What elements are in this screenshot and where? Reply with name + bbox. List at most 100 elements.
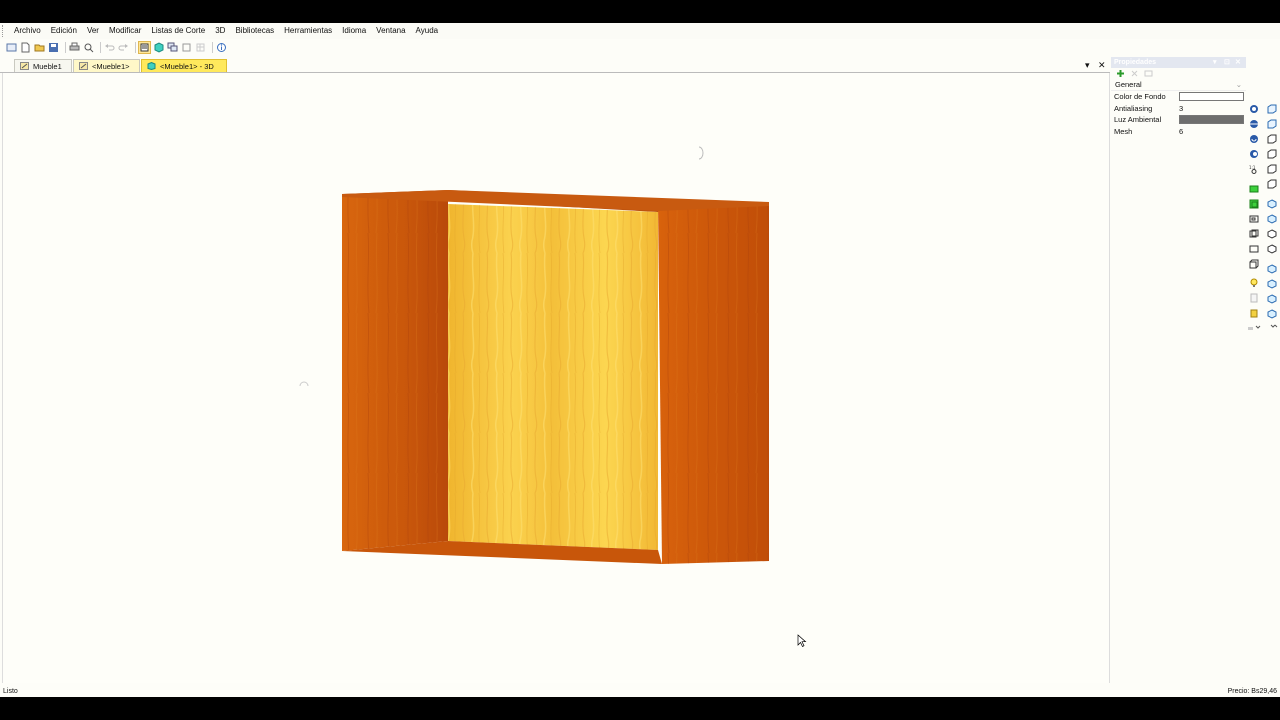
print-icon[interactable] <box>69 42 80 53</box>
menu-grip[interactable] <box>2 25 9 37</box>
tab-mueble1-2d[interactable]: <Mueble1> <box>73 59 140 72</box>
properties-toolbar <box>1111 68 1246 79</box>
grid-icon[interactable] <box>195 42 206 53</box>
info-icon[interactable] <box>216 42 227 53</box>
wire-box-icon[interactable] <box>1249 214 1259 224</box>
light-bulb-icon[interactable] <box>1249 278 1259 288</box>
panel-title-text: Propiedades <box>1114 59 1157 66</box>
menu-listas-de-corte[interactable]: Listas de Corte <box>146 23 210 39</box>
property-value[interactable]: 3 <box>1179 104 1246 113</box>
toolbar-separator <box>65 42 66 53</box>
face-icon[interactable] <box>1249 244 1259 254</box>
menu-ayuda[interactable]: Ayuda <box>411 23 444 39</box>
iso-view-icon[interactable] <box>1267 294 1277 304</box>
save-icon[interactable] <box>48 42 59 53</box>
right-side-panel-grain <box>658 205 769 564</box>
windows-icon[interactable] <box>167 42 178 53</box>
iso-view-icon[interactable] <box>1267 229 1277 239</box>
menu-archivo[interactable]: Archivo <box>9 23 46 39</box>
box-outline-icon[interactable] <box>1249 259 1259 269</box>
back-panel-grain <box>448 204 658 550</box>
view-back-icon[interactable] <box>1267 119 1277 129</box>
new-file-icon[interactable] <box>20 42 31 53</box>
orbit-icon[interactable] <box>1249 119 1259 129</box>
wire-box-icon[interactable] <box>1249 229 1259 239</box>
property-row-luz-ambiental[interactable]: Luz Ambiental <box>1111 114 1246 126</box>
view-front-icon[interactable] <box>1267 104 1277 114</box>
layers-icon[interactable] <box>181 42 192 53</box>
menu-modificar[interactable]: Modificar <box>104 23 146 39</box>
rotate-icon[interactable] <box>1249 134 1259 144</box>
iso-view-icon[interactable] <box>1267 199 1277 209</box>
ambient-light-swatch[interactable] <box>1179 115 1244 125</box>
tab-label: Mueble1 <box>33 61 62 71</box>
view-bottom-icon[interactable] <box>1267 179 1277 189</box>
window-icon[interactable] <box>6 42 17 53</box>
undo-icon[interactable] <box>104 42 115 53</box>
view-top-icon[interactable] <box>1267 164 1277 174</box>
cube-view-icon[interactable] <box>153 42 164 53</box>
tab-mueble1[interactable]: Mueble1 <box>14 59 72 72</box>
toolbar-separator <box>135 42 136 53</box>
page-icon[interactable] <box>1249 293 1259 303</box>
menu-ver[interactable]: Ver <box>82 23 104 39</box>
property-row-color-de-fondo[interactable]: Color de Fondo <box>1111 91 1246 103</box>
toolbar-separator <box>212 42 213 53</box>
menu-herramientas[interactable]: Herramientas <box>279 23 337 39</box>
pan-icon[interactable] <box>1249 149 1259 159</box>
add-icon[interactable] <box>1116 69 1125 78</box>
panel-pin-icon[interactable]: ⊡ <box>1224 57 1230 68</box>
cube-icon <box>147 62 156 70</box>
solid-box-icon[interactable] <box>1249 199 1259 209</box>
status-bar: Listo Precio: Bs29,46 <box>0 686 1280 697</box>
more-tools-icon[interactable] <box>1247 321 1261 331</box>
view-left-icon[interactable] <box>1267 134 1277 144</box>
status-text: Listo <box>3 688 18 695</box>
menu-3d[interactable]: 3D <box>210 23 230 39</box>
tab-list-dropdown-icon[interactable]: ▾ <box>1085 60 1090 70</box>
properties-panel: Propiedades ▾ ⊡ ✕ General ⌄ Color de Fon… <box>1111 57 1246 684</box>
edit-icon[interactable] <box>1144 69 1153 78</box>
panel-close-icon[interactable]: ✕ <box>1235 57 1241 68</box>
chevron-down-icon[interactable]: ⌄ <box>1236 80 1242 89</box>
view-right-icon[interactable] <box>1267 149 1277 159</box>
zoom-icon[interactable]: 1:1 <box>1249 164 1259 174</box>
redo-icon[interactable] <box>118 42 129 53</box>
furniture-3d-model <box>299 146 807 647</box>
cylinder-icon[interactable] <box>1249 308 1259 318</box>
menu-bar: Archivo Edición Ver Modificar Listas de … <box>0 23 1280 39</box>
properties-icon[interactable] <box>138 41 151 54</box>
menu-edicion[interactable]: Edición <box>46 23 82 39</box>
orbit-icon[interactable] <box>1249 104 1259 114</box>
iso-view-icon[interactable] <box>1267 214 1277 224</box>
more-views-icon[interactable] <box>1269 321 1279 331</box>
iso-view-icon[interactable] <box>1267 309 1277 319</box>
iso-view-icon[interactable] <box>1267 279 1277 289</box>
iso-view-icon[interactable] <box>1267 264 1277 274</box>
open-folder-icon[interactable] <box>34 42 45 53</box>
tab-close-icon[interactable]: ✕ <box>1098 60 1106 70</box>
print-preview-icon[interactable] <box>83 42 94 53</box>
property-group-general[interactable]: General ⌄ <box>1111 79 1246 91</box>
menu-ventana[interactable]: Ventana <box>371 23 410 39</box>
menu-idioma[interactable]: Idioma <box>337 23 371 39</box>
sort-icon[interactable] <box>1130 69 1139 78</box>
price-text: Precio: Bs29,46 <box>1227 688 1277 695</box>
property-row-antialiasing[interactable]: Antialiasing 3 <box>1111 103 1246 115</box>
drawing-icon <box>79 62 88 70</box>
panel-dropdown-icon[interactable]: ▾ <box>1213 57 1217 68</box>
property-value[interactable]: 6 <box>1179 127 1246 136</box>
property-row-mesh[interactable]: Mesh 6 <box>1111 126 1246 138</box>
tab-label: <Mueble1> <box>92 61 130 71</box>
view-marker <box>698 146 704 160</box>
tab-mueble1-3d[interactable]: <Mueble1> - 3D <box>141 59 227 72</box>
3d-viewport[interactable] <box>2 73 1110 683</box>
shaded-box-icon[interactable] <box>1249 184 1259 194</box>
menu-bibliotecas[interactable]: Bibliotecas <box>230 23 279 39</box>
property-group-label: General <box>1115 80 1142 89</box>
background-color-swatch[interactable] <box>1179 92 1244 102</box>
document-tab-bar: Mueble1 <Mueble1> <Mueble1> - 3D ▾ ✕ <box>0 58 1110 73</box>
iso-view-icon[interactable] <box>1267 244 1277 254</box>
property-key: Color de Fondo <box>1114 92 1166 102</box>
view-marker <box>299 381 309 387</box>
